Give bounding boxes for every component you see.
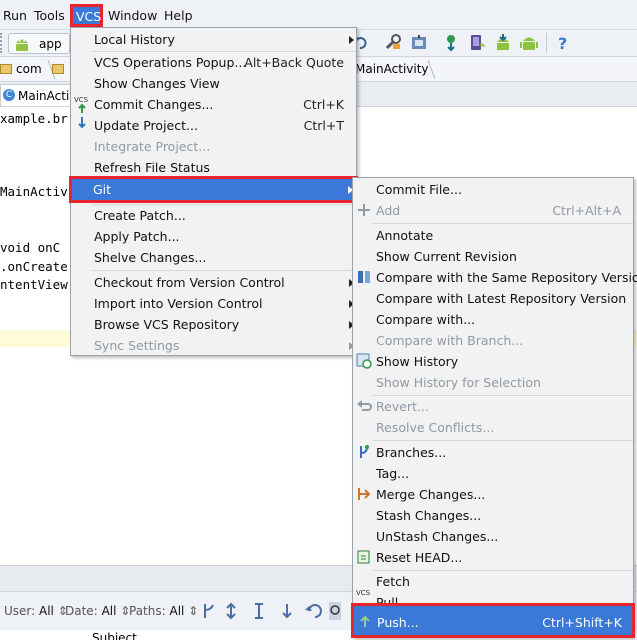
code-line: ntentView <box>0 277 68 292</box>
expand-icon[interactable] <box>255 603 263 619</box>
menu-item-sync-settings: Sync Settings <box>71 335 356 356</box>
breadcrumb-com[interactable]: com <box>0 62 42 76</box>
vcs-push-icon <box>360 615 370 627</box>
collapse-icon[interactable] <box>226 602 236 620</box>
menu-item-branches[interactable]: Branches... <box>353 442 633 463</box>
menu-item-reset-head[interactable]: Reset HEAD... <box>353 547 633 568</box>
toolbar-grip <box>0 33 6 53</box>
svg-text:VCS: VCS <box>356 589 371 597</box>
menu-item-apply-patch[interactable]: Apply Patch... <box>71 226 356 247</box>
menu-item-compare-same-repo-version[interactable]: Compare with the Same Repository Version <box>353 267 637 288</box>
merge-icon <box>358 488 371 500</box>
sdk-manager-icon[interactable] <box>410 33 428 53</box>
menu-help[interactable]: Help <box>164 8 193 23</box>
log-actions <box>204 602 341 620</box>
toolbar-divider <box>546 33 547 53</box>
avd-manager-icon[interactable] <box>468 33 486 53</box>
menu-item-git[interactable]: Git <box>69 176 358 203</box>
menu-item-tag[interactable]: Tag... <box>353 463 633 484</box>
class-icon: C <box>3 89 15 101</box>
android-icon[interactable] <box>520 33 538 53</box>
menu-item-push[interactable]: Push... Ctrl+Shift+K <box>351 603 635 638</box>
code-line: MainActiv <box>0 184 68 199</box>
history-icon <box>356 353 372 369</box>
code-line: .onCreate <box>0 259 68 274</box>
menu-item-revert: Revert... <box>353 396 633 417</box>
code-line: xample.br <box>0 111 68 126</box>
code-line: void onC <box>0 240 61 255</box>
menu-item-resolve-conflicts: Resolve Conflicts... <box>376 420 495 435</box>
menu-item-browse-vcs-repository[interactable]: Browse VCS Repository <box>71 314 356 335</box>
run-configuration-label: app <box>39 37 62 51</box>
user-filter[interactable]: User: All ⇕ <box>4 604 68 618</box>
vcs-update-icon <box>78 117 86 129</box>
menu-vcs[interactable]: VCS <box>70 4 103 27</box>
menu-item-stash-changes[interactable]: Stash Changes... <box>353 505 633 526</box>
menu-item-refresh-file-status[interactable]: Refresh File Status <box>71 157 356 178</box>
menu-item-import-into-vc[interactable]: Import into Version Control <box>71 293 356 314</box>
menu-window[interactable]: Window <box>108 8 157 23</box>
breadcrumb-folder[interactable] <box>52 62 68 76</box>
android-device-monitor-icon[interactable] <box>494 33 512 53</box>
menu-item-commit-file[interactable]: Commit File... <box>353 179 633 200</box>
menu-item-annotate[interactable]: Annotate <box>353 225 633 246</box>
menu-item-create-patch[interactable]: Create Patch... <box>71 205 356 226</box>
menu-item-compare-latest-repo-version[interactable]: Compare with Latest Repository Version <box>353 288 633 309</box>
project-structure-icon[interactable] <box>384 33 402 53</box>
menu-item-commit-changes[interactable]: VCS Commit Changes... Ctrl+K <box>71 94 356 115</box>
menu-item-fetch[interactable]: Fetch <box>353 571 633 592</box>
vcs-menu: Local History VCS Operations Popup... Alt… <box>69 27 358 356</box>
vcs-commit-icon: VCS <box>74 96 89 113</box>
menu-tools[interactable]: Tools <box>34 8 65 23</box>
breadcrumb-mainactivity[interactable]: MainActivity <box>355 62 429 76</box>
run-configuration-dropdown[interactable]: app <box>8 33 70 54</box>
folder-icon <box>0 64 12 74</box>
menu-item-unstash-changes[interactable]: UnStash Changes... <box>353 526 633 547</box>
paths-filter[interactable]: Paths: All ⇕ <box>129 604 198 618</box>
git-submenu: Commit File... Add Ctrl+Alt+A Annotate Sh… <box>351 177 637 638</box>
android-icon <box>16 39 28 51</box>
menu-separator <box>373 440 633 441</box>
menu-item-merge-changes[interactable]: Merge Changes... <box>353 484 633 505</box>
folder-icon <box>52 64 64 74</box>
help-icon[interactable]: ? <box>554 33 572 53</box>
menu-item-vcs-operations-popup[interactable]: VCS Operations Popup... Alt+Back Quote <box>71 52 356 73</box>
menu-item-show-changes-view[interactable]: Show Changes View <box>71 73 356 94</box>
menu-item-show-current-revision[interactable]: Show Current Revision <box>353 246 633 267</box>
svg-text:VCS: VCS <box>74 96 89 104</box>
submenu-arrow-icon <box>349 36 354 44</box>
subject-column-header[interactable]: Subject <box>92 631 137 640</box>
menu-item-add: Add Ctrl+Alt+A <box>353 200 633 221</box>
menu-item-shelve-changes[interactable]: Shelve Changes... <box>71 247 356 268</box>
menu-separator <box>91 270 356 271</box>
menu-separator <box>373 223 633 224</box>
search-icon[interactable] <box>329 602 341 620</box>
date-filter[interactable]: Date: All ⇕ <box>65 604 130 618</box>
branch-graph-icon[interactable] <box>204 604 214 618</box>
menu-item-show-history-for-selection: Show History for Selection <box>376 375 541 390</box>
menu-item-show-history[interactable]: Show History <box>353 351 633 372</box>
reset-icon <box>357 550 370 564</box>
menu-item-compare-with-branch: Compare with Branch... <box>376 333 524 348</box>
menu-item-checkout-from-vc[interactable]: Checkout from Version Control <box>71 272 356 293</box>
refresh-icon[interactable] <box>305 604 322 618</box>
sync-gradle-icon[interactable] <box>442 33 460 53</box>
compare-icon <box>358 271 370 283</box>
menu-item-compare-with[interactable]: Compare with... <box>353 309 633 330</box>
menu-run[interactable]: Run <box>3 8 27 23</box>
arrow-down-icon[interactable] <box>282 604 292 619</box>
menu-item-update-project[interactable]: Update Project... Ctrl+T <box>71 115 356 136</box>
plus-icon <box>358 204 370 216</box>
menu-item-integrate-project: Integrate Project... <box>94 139 211 154</box>
branch-icon <box>360 445 369 458</box>
menu-bar: Run Tools VCS Window Help <box>0 0 637 30</box>
revert-icon <box>357 400 372 411</box>
tab-mainactivity[interactable]: C MainActivity <box>0 84 92 106</box>
svg-text:?: ? <box>558 34 567 53</box>
menu-item-local-history[interactable]: Local History <box>71 29 356 50</box>
